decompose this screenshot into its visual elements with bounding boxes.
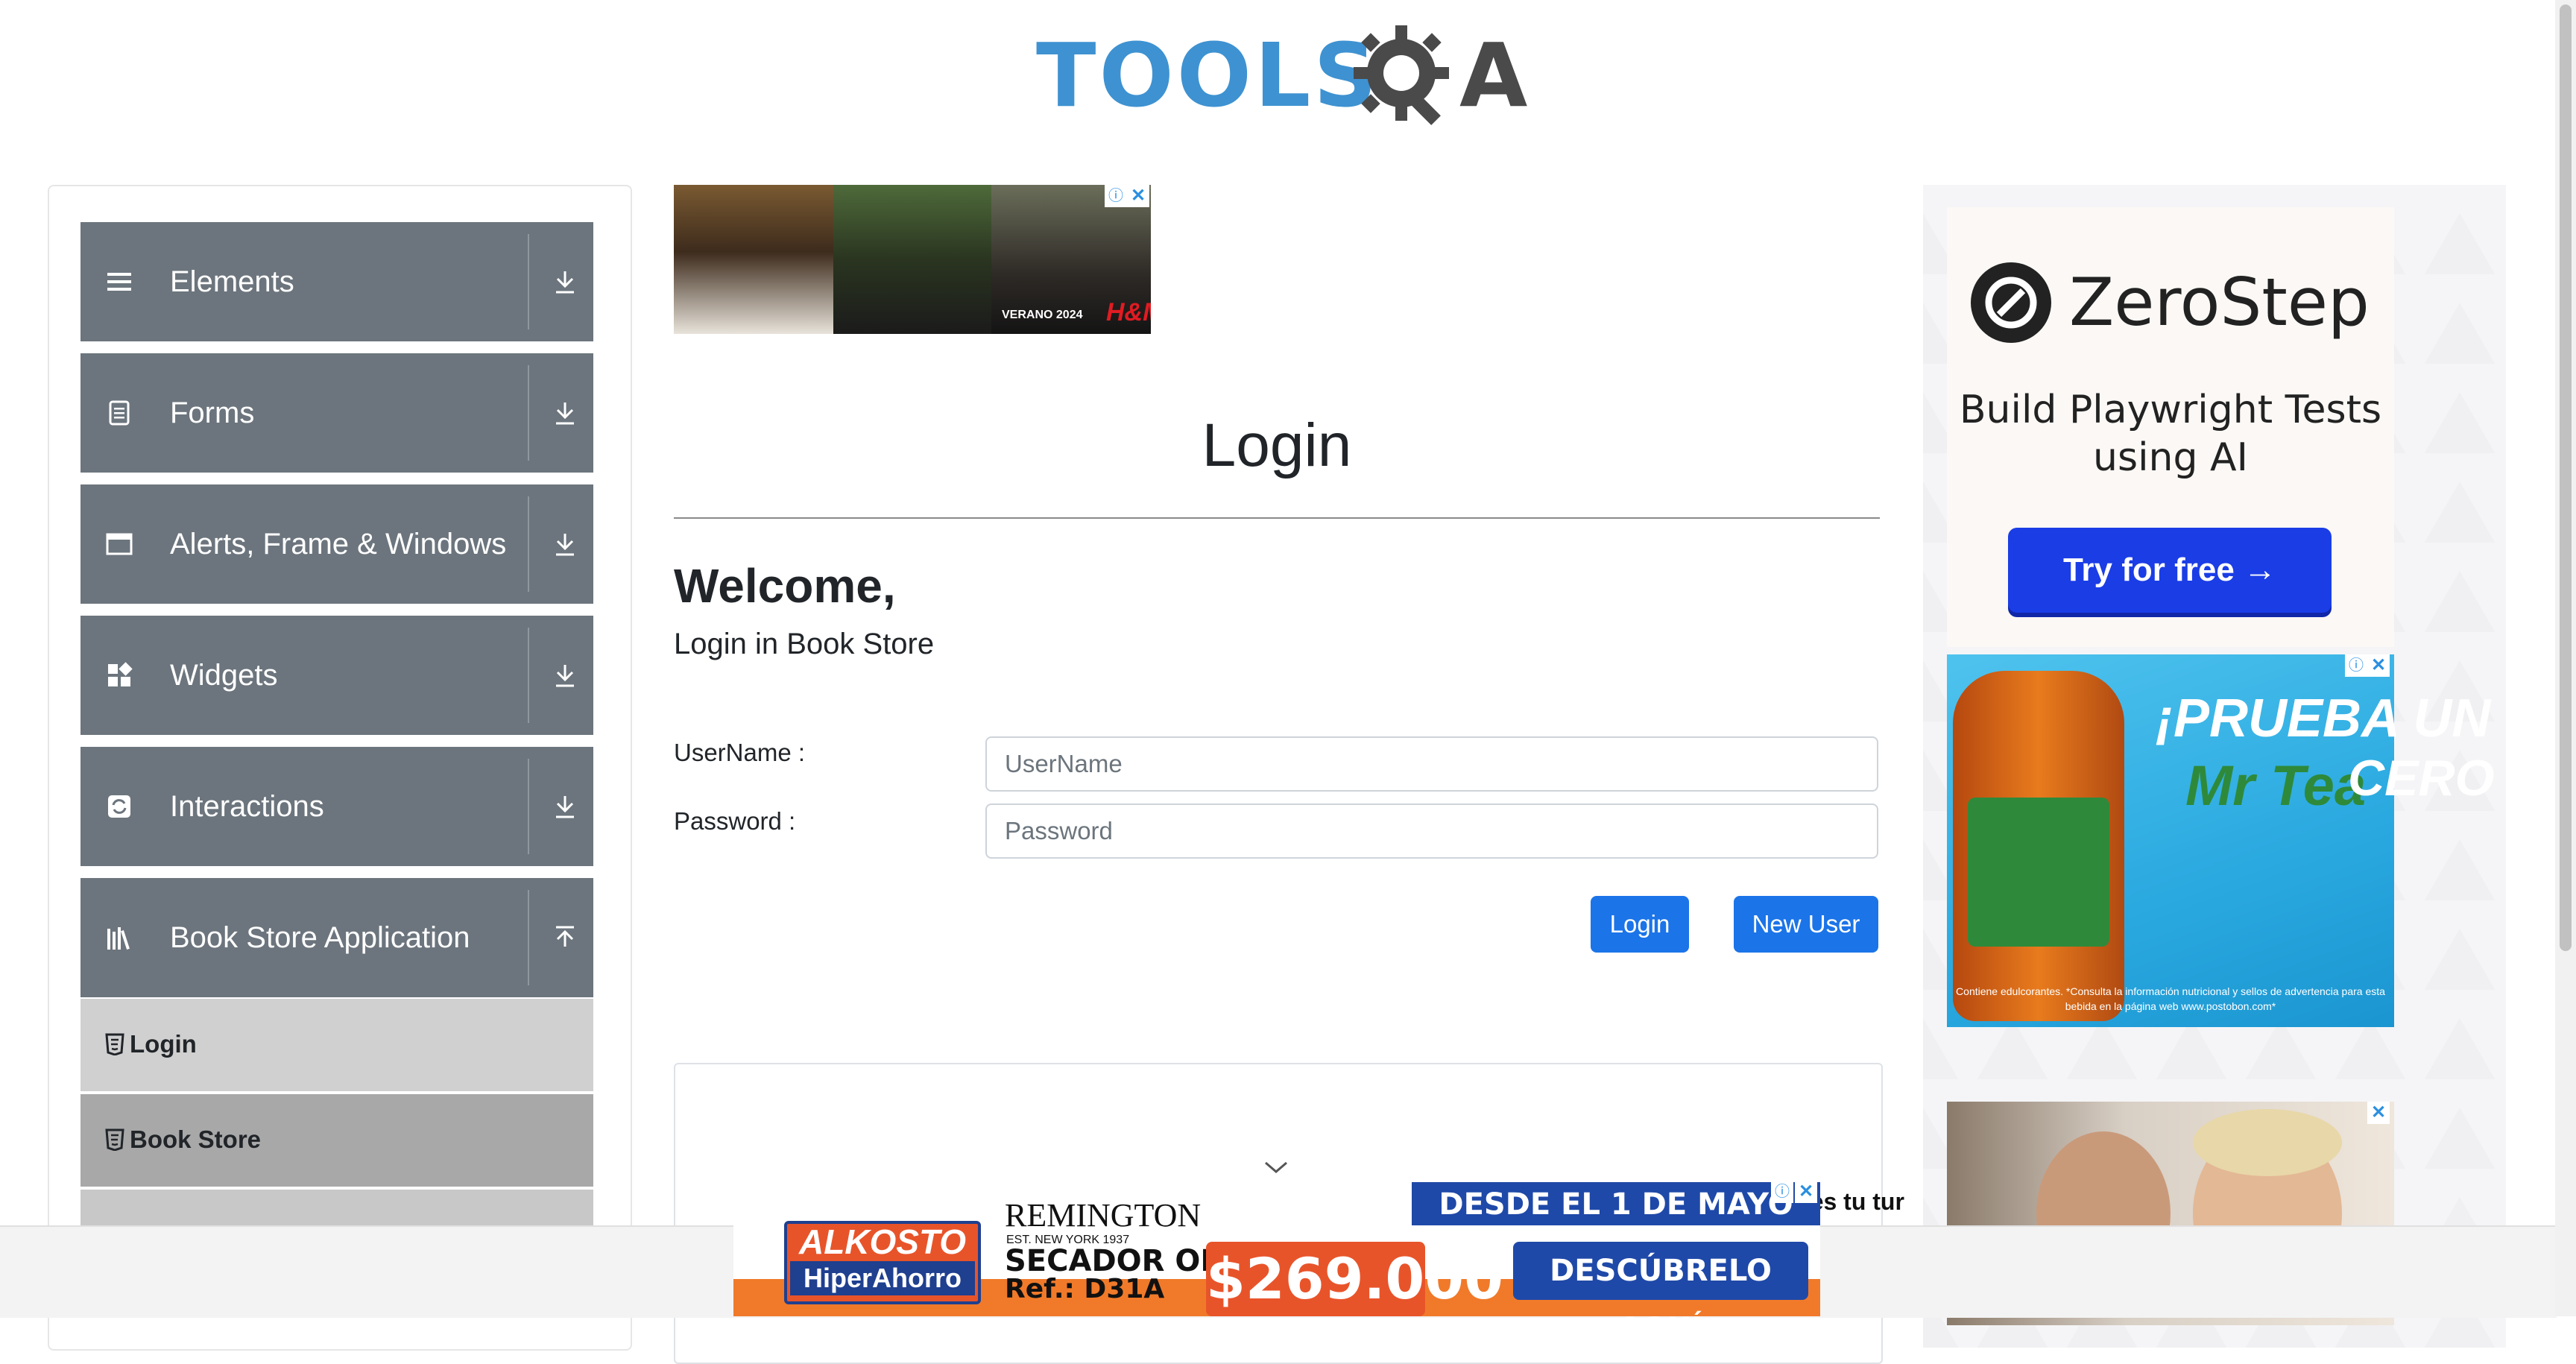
remington-brand: REMINGTON	[1005, 1197, 1202, 1234]
login-subheading: Login in Book Store	[674, 628, 935, 660]
password-label: Password :	[674, 807, 796, 835]
download-arrow-icon[interactable]	[549, 528, 581, 561]
books-icon	[107, 927, 130, 950]
download-arrow-icon[interactable]	[549, 397, 581, 429]
divider	[528, 628, 529, 723]
hamburger-icon	[107, 273, 131, 291]
grid-icon	[108, 662, 133, 686]
chevron-down-icon[interactable]	[1263, 1158, 1289, 1176]
tea-fineprint: Contiene edulcorantes. *Consulta la info…	[1956, 985, 2385, 1012]
new-user-button[interactable]: New User	[1734, 896, 1878, 953]
refresh-icon	[108, 795, 130, 818]
gear-icon	[1354, 25, 1449, 125]
document-icon	[109, 400, 130, 426]
ad-info-icon[interactable]: ⓘ	[1771, 1181, 1793, 1203]
sidebar: Elements Forms Alerts, Frame & Windows W…	[48, 185, 632, 1351]
sidebar-item-label: Book Store	[130, 1125, 262, 1153]
ad-info-icon[interactable]: ⓘ	[2345, 654, 2367, 677]
sidebar-group-label: Widgets	[170, 659, 278, 692]
tea-headline-2: CERO	[2348, 750, 2495, 806]
ad-close-icon[interactable]: ✕	[1795, 1181, 1817, 1203]
sidebar-group-label: Alerts, Frame & Windows	[170, 528, 507, 561]
sidebar-item-label: Login	[130, 1030, 197, 1058]
sidebar-item-book-store[interactable]: Book Store	[80, 1094, 593, 1187]
alkosto-sub: HiperAhorro	[790, 1261, 975, 1295]
tea-brand: Mr Tea	[2185, 754, 2367, 818]
ad-caption: VERANO 2024	[1002, 309, 1083, 321]
ad-info-icon[interactable]: ⓘ	[1105, 185, 1127, 207]
divider	[528, 234, 529, 329]
title-divider	[674, 517, 1880, 519]
zerostep-logo-icon	[1971, 262, 2051, 343]
sidebar-group-interactions[interactable]: Interactions	[80, 747, 593, 866]
logo-text: TOOLS	[1036, 24, 1380, 127]
alkosto-name: ALKOSTO	[798, 1222, 967, 1261]
password-input[interactable]	[985, 803, 1878, 859]
html5-icon	[105, 1128, 124, 1151]
logo-a: A	[1459, 24, 1528, 127]
download-arrow-icon[interactable]	[549, 790, 581, 823]
top-banner-ad[interactable]: VERANO 2024 H&M ⓘ ✕	[674, 185, 1151, 334]
zerostep-cta-button[interactable]: Try for free →	[2008, 528, 2332, 613]
divider	[528, 890, 529, 985]
sidebar-group-label: Forms	[170, 397, 255, 429]
toolsqa-logo[interactable]: TOOLS A	[1036, 21, 1527, 140]
divider	[528, 759, 529, 854]
upload-arrow-icon[interactable]	[549, 921, 581, 954]
tea-headline: ¡PRUEBA UN	[2156, 689, 2491, 748]
ad-close-icon[interactable]: ✕	[1127, 185, 1149, 207]
download-arrow-icon[interactable]	[549, 659, 581, 692]
sidebar-group-label: Book Store Application	[170, 921, 470, 954]
sidebar-group-forms[interactable]: Forms	[80, 353, 593, 473]
ad-photo	[674, 185, 833, 334]
ad-photo	[833, 185, 991, 334]
sidebar-group-label: Interactions	[170, 790, 324, 823]
divider	[528, 365, 529, 461]
zerostep-brand: ZeroStep	[2069, 264, 2370, 341]
divider	[528, 496, 529, 592]
remington-ref: Ref.: D31A	[1005, 1274, 1165, 1304]
sidebar-group-label: Elements	[170, 265, 294, 298]
welcome-heading: Welcome,	[674, 559, 896, 613]
ad-close-icon[interactable]: ✕	[2367, 654, 2390, 677]
tea-bottle-label	[1968, 798, 2109, 947]
sidebar-group-book-store[interactable]: Book Store Application	[80, 878, 593, 997]
username-label: UserName :	[674, 739, 806, 766]
html5-icon	[105, 1033, 124, 1055]
page-title: Login	[1202, 411, 1352, 479]
zerostep-tagline: Build Playwright Tests using AI	[1959, 388, 2382, 480]
price-text: $269.000	[1206, 1245, 1504, 1312]
hm-logo: H&M	[1106, 298, 1151, 326]
scrollbar-thumb[interactable]	[2560, 4, 2572, 951]
ad-close-icon[interactable]: ✕	[2367, 1102, 2390, 1124]
download-arrow-icon[interactable]	[549, 265, 581, 298]
descubrelo-label: DESCÚBRELO AQUÍ	[1550, 1254, 1772, 1346]
sidebar-item-login[interactable]: Login	[80, 999, 593, 1091]
window-icon	[106, 533, 133, 555]
sidebar-group-elements[interactable]: Elements	[80, 222, 593, 341]
ad-photo	[2193, 1109, 2342, 1176]
login-button[interactable]: Login	[1591, 896, 1689, 953]
sidebar-group-alerts[interactable]: Alerts, Frame & Windows	[80, 484, 593, 604]
username-input[interactable]	[985, 736, 1878, 792]
sidebar-group-widgets[interactable]: Widgets	[80, 616, 593, 735]
